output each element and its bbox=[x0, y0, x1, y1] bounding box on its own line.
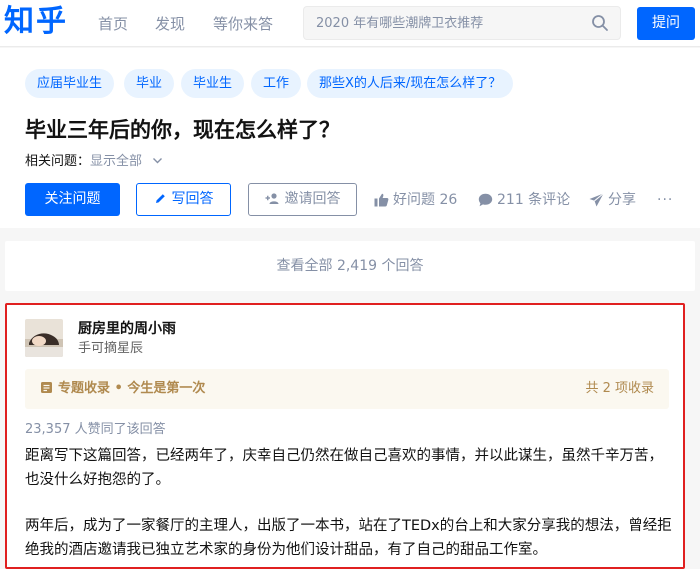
paper-plane-icon bbox=[589, 193, 604, 207]
chevron-down-icon[interactable] bbox=[152, 155, 163, 166]
nav-home[interactable]: 首页 bbox=[98, 14, 128, 34]
collection-count: 共 2 项收录 bbox=[585, 381, 654, 396]
author-avatar[interactable] bbox=[25, 319, 63, 357]
pencil-icon bbox=[155, 194, 165, 203]
write-answer-label: 写回答 bbox=[171, 191, 214, 207]
vote-count: 23,357 人赞同了该回答 bbox=[25, 422, 166, 437]
zhihu-logo[interactable]: 知乎 bbox=[4, 4, 68, 40]
ask-question-button[interactable]: 提问 bbox=[637, 7, 695, 40]
answer-paragraph: 距离写下这篇回答，已经两年了，庆幸自己仍然在做自己喜欢的事情，并以此谋生，虽然千… bbox=[25, 448, 663, 488]
invite-answer-button[interactable]: 邀请回答 bbox=[248, 183, 357, 216]
good-question-label: 好问题 26 bbox=[393, 192, 458, 208]
answer-card: 厨房里的周小雨 手可摘星辰 专题收录 • 今生是第一次 共 2 项收录 23,3… bbox=[5, 303, 685, 569]
question-title: 毕业三年后的你，现在怎么样了？ bbox=[25, 118, 340, 142]
show-all-link[interactable]: 显示全部 bbox=[90, 154, 142, 169]
nav-discover[interactable]: 发现 bbox=[155, 14, 185, 34]
topic-tag[interactable]: 工作 bbox=[251, 69, 302, 98]
collection-banner[interactable]: 专题收录 • 今生是第一次 共 2 项收录 bbox=[25, 369, 669, 409]
invite-answer-label: 邀请回答 bbox=[284, 191, 341, 207]
collection-title: 专题收录 • 今生是第一次 bbox=[58, 381, 206, 396]
comments-label: 211 条评论 bbox=[497, 192, 571, 208]
collection-info: 专题收录 • 今生是第一次 bbox=[40, 380, 205, 398]
author-name[interactable]: 厨房里的周小雨 bbox=[78, 319, 176, 339]
thumbs-up-icon bbox=[374, 193, 389, 207]
view-all-answers-button[interactable]: 查看全部 2,419 个回答 bbox=[5, 241, 695, 291]
share-button[interactable]: 分享 bbox=[589, 191, 636, 209]
question-header-card: 应届毕业生 毕业 毕业生 工作 那些X的人后来/现在怎么样了？ 毕业三年后的你，… bbox=[0, 48, 700, 228]
search-icon[interactable] bbox=[591, 14, 609, 32]
add-person-icon bbox=[265, 193, 278, 204]
topic-tag[interactable]: 那些X的人后来/现在怎么样了？ bbox=[307, 69, 514, 98]
avatar-image bbox=[25, 319, 63, 357]
comment-bubble-icon bbox=[478, 193, 493, 207]
topic-tag[interactable]: 毕业生 bbox=[181, 69, 245, 98]
more-options-button[interactable]: ··· bbox=[657, 191, 673, 209]
topic-tag[interactable]: 应届毕业生 bbox=[25, 69, 115, 98]
comments-button[interactable]: 211 条评论 bbox=[478, 191, 570, 209]
search-box bbox=[303, 6, 621, 40]
author-bio: 手可摘星辰 bbox=[78, 341, 144, 356]
related-questions: 相关问题：显示全部 bbox=[25, 153, 163, 171]
good-question-button[interactable]: 好问题 26 bbox=[374, 191, 457, 209]
follow-question-button[interactable]: 关注问题 bbox=[25, 183, 120, 216]
answer-paragraph: 两年后，成为了一家餐厅的主理人，出版了一本书，站在了TEDx的台上和大家分享我的… bbox=[25, 518, 672, 558]
topic-tag[interactable]: 毕业 bbox=[124, 69, 175, 98]
nav-waiting-answers[interactable]: 等你来答 bbox=[213, 14, 273, 34]
related-label: 相关问题： bbox=[25, 154, 91, 169]
book-icon bbox=[41, 382, 52, 393]
write-answer-button[interactable]: 写回答 bbox=[136, 183, 231, 216]
top-header: 知乎 首页 发现 等你来答 提问 bbox=[0, 0, 700, 47]
share-label: 分享 bbox=[608, 192, 636, 208]
search-input[interactable] bbox=[316, 13, 576, 33]
